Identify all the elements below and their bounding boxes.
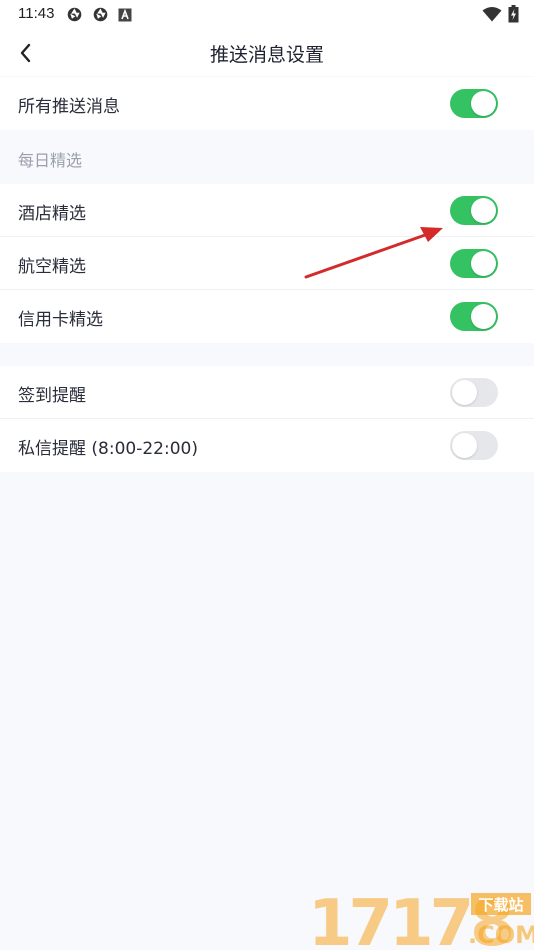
status-time: 11:43 [18, 5, 55, 22]
toggle-knob [471, 91, 496, 116]
setting-label: 私信提醒 (8:00-22:00) [18, 439, 198, 459]
checkin-reminder-toggle[interactable] [450, 378, 498, 407]
hotel-picks-toggle[interactable] [450, 196, 498, 225]
status-bar: 11:43 [0, 0, 534, 30]
page-title: 推送消息设置 [209, 44, 324, 66]
setting-row-private-message: 私信提醒 (8:00-22:00) [0, 419, 534, 472]
credit-card-picks-toggle[interactable] [450, 302, 498, 331]
wifi-icon [482, 7, 502, 22]
watermark-logo: 17178 下载站 .COM [308, 887, 534, 950]
setting-label: 信用卡精选 [18, 310, 103, 330]
setting-row-credit-card: 信用卡精选 [0, 290, 534, 343]
svg-text:.COM: .COM [468, 921, 534, 949]
setting-label: 所有推送消息 [18, 97, 120, 117]
setting-label: 酒店精选 [18, 204, 86, 224]
setting-row-hotel: 酒店精选 [0, 184, 534, 237]
nav-bar: 推送消息设置 [0, 30, 534, 76]
toggle-knob [471, 198, 496, 223]
all-push-toggle[interactable] [450, 89, 498, 118]
aperture-icon [67, 7, 82, 22]
annotation-arrow [304, 227, 443, 279]
setting-row-all-push: 所有推送消息 [0, 77, 534, 130]
daily-picks-group: 酒店精选 航空精选 信用卡精选 [0, 184, 534, 343]
setting-label: 航空精选 [18, 257, 86, 277]
reminder-group: 签到提醒 私信提醒 (8:00-22:00) [0, 366, 534, 472]
setting-row-checkin: 签到提醒 [0, 366, 534, 419]
main-toggle-group: 所有推送消息 [0, 77, 534, 130]
a-box-icon [118, 8, 132, 22]
airline-picks-toggle[interactable] [450, 249, 498, 278]
section-header-daily: 每日精选 [18, 151, 83, 170]
toggle-knob [471, 304, 496, 329]
private-message-reminder-toggle[interactable] [450, 431, 498, 460]
setting-row-airline: 航空精选 [0, 237, 534, 290]
setting-label: 签到提醒 [18, 386, 86, 406]
toggle-knob [471, 251, 496, 276]
svg-text:下载站: 下载站 [478, 896, 523, 914]
aperture-icon [93, 7, 108, 22]
toggle-knob [452, 380, 477, 405]
toggle-knob [452, 433, 477, 458]
battery-charging-icon [508, 5, 519, 23]
